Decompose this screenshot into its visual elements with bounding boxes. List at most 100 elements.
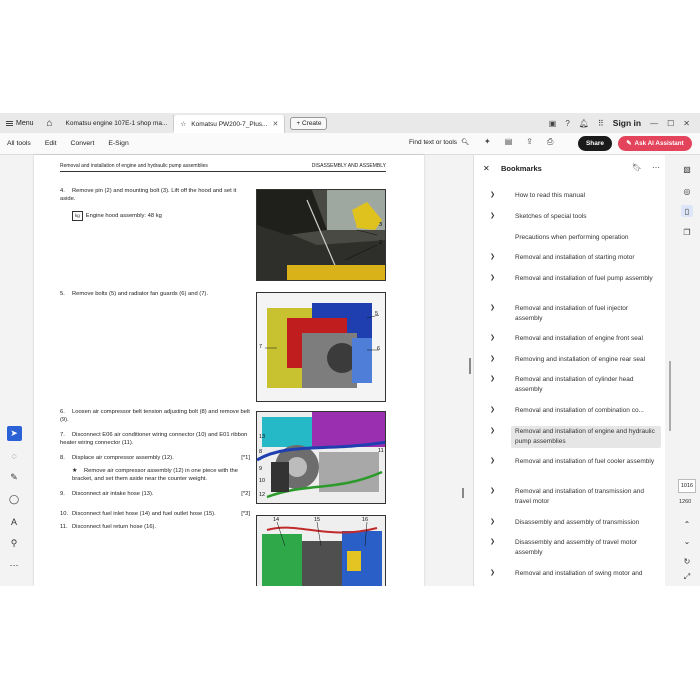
menu-all-tools[interactable]: All tools — [0, 140, 38, 147]
help-icon[interactable]: ? — [565, 119, 569, 128]
bookmark-label: Removal and installation of transmission… — [515, 488, 644, 505]
chevron-right-icon[interactable]: ❯ — [490, 303, 495, 313]
add-bookmark-icon[interactable]: 🔖︎ — [632, 163, 642, 172]
ai-tool-icon[interactable]: ✦ — [484, 137, 491, 147]
bookmark-label: Removal and installation of engine front… — [515, 335, 643, 342]
maximize-icon[interactable]: ☐ — [667, 119, 674, 128]
sign-in-button[interactable]: Sign in — [613, 118, 641, 128]
figure-engine-hood: 3 2 — [256, 189, 386, 281]
bookmark-label: How to read this manual — [515, 192, 586, 199]
lasso-icon[interactable]: ◯ — [7, 492, 22, 507]
bookmark-label: Removal and installation of fuel injecto… — [515, 305, 629, 322]
rotate-icon[interactable]: ↻ — [681, 555, 693, 567]
stamp-icon[interactable]: ⚲ — [7, 536, 22, 551]
select-cursor-icon[interactable]: ➤ — [6, 426, 22, 441]
step-10: 10. Disconnect fuel inlet hose (14) and f… — [60, 511, 250, 517]
bookmark-item[interactable]: ❯ Removal and installation of fuel pump a… — [488, 273, 664, 285]
chevron-right-icon[interactable]: ❯ — [490, 486, 495, 496]
fit-page-icon[interactable]: ⤢ — [681, 571, 693, 583]
bookmark-item[interactable]: ❯ Removal and installation of fuel cooler… — [488, 456, 664, 468]
header-right: DISASSEMBLY AND ASSEMBLY — [311, 163, 386, 169]
comments-panel-icon[interactable]: ◎ — [681, 185, 693, 197]
bookmark-label: Disassembly and assembly of travel motor… — [515, 539, 638, 556]
menu-button[interactable]: Menu — [0, 113, 40, 133]
bookmark-item[interactable]: ❯ Removal and installation of engine fron… — [488, 333, 664, 345]
ask-ai-button[interactable]: ✎ Ask AI Assistant — [618, 136, 692, 151]
home-icon[interactable]: ⌂ — [40, 113, 60, 133]
chevron-right-icon[interactable]: ❯ — [490, 333, 495, 343]
chevron-right-icon[interactable]: ❯ — [490, 190, 495, 200]
chevron-right-icon[interactable]: ❯ — [490, 426, 495, 436]
ai-panel-icon[interactable]: ▧ — [681, 163, 693, 175]
share-button[interactable]: Share — [578, 136, 612, 151]
pen-icon[interactable]: ✎ — [7, 470, 22, 485]
create-button[interactable]: + Create — [290, 116, 328, 130]
figure-radiator-guards-image — [257, 293, 385, 401]
bookmark-item[interactable]: ❯ Removal and installation of engine and … — [488, 426, 664, 448]
figure-fuel-hoses-image — [257, 516, 385, 586]
bookmark-label: Removal and installation of combination … — [515, 407, 644, 414]
chevron-right-icon[interactable]: ❯ — [490, 211, 495, 221]
print-icon[interactable]: ⎙ — [547, 137, 553, 147]
chevron-right-icon[interactable]: ❯ — [490, 456, 495, 466]
bookmark-item[interactable]: ❯ How to read this manual — [488, 190, 664, 202]
more-tools-icon[interactable]: ⋯ — [7, 558, 22, 573]
bookmark-item[interactable]: ❯ Disassembly and assembly of travel moto… — [488, 537, 664, 559]
bookmark-label: Removal and installation of fuel cooler … — [515, 458, 655, 465]
find-tools[interactable]: Find text or tools 🔍︎ — [409, 138, 469, 147]
apps-icon[interactable]: ⠿ — [598, 119, 604, 128]
figure-air-compressor-image — [257, 412, 385, 503]
chevron-right-icon[interactable]: ❯ — [490, 273, 495, 283]
upload-icon[interactable]: ⇪ — [526, 137, 533, 147]
page-scroll-handle[interactable] — [469, 358, 471, 374]
star-icon[interactable]: ☆ — [180, 120, 186, 128]
bookmark-item[interactable]: ❯ Removal and installation of combination… — [488, 405, 664, 417]
save-file-icon[interactable]: ▤ — [505, 137, 513, 147]
step-4: 4. Remove pin (2) and mounting bolt (3). … — [60, 188, 237, 202]
chevron-right-icon[interactable]: ❯ — [490, 537, 495, 547]
chevron-right-icon[interactable]: ❯ — [490, 354, 495, 364]
bookmark-item[interactable]: ❯ Removal and installation of cylinder he… — [488, 374, 664, 396]
close-panel-icon[interactable]: ✕ — [483, 164, 490, 173]
minimize-icon[interactable]: — — [650, 119, 658, 128]
more-options-icon[interactable]: ⋯ — [652, 163, 660, 172]
step-8-note: ★ Remove air compressor assembly (12) in … — [72, 468, 239, 482]
close-tab-icon[interactable]: ✕ — [272, 120, 278, 128]
page-number-input[interactable]: 1016 — [678, 479, 696, 493]
panel-resize-handle[interactable] — [462, 488, 464, 498]
right-rail: ▧ ◎ ▯ ❐ 1016 1260 ⌃ ⌄ ↻ ⤢ ⊕ ⊖ — [672, 155, 700, 586]
thumbnails-panel-icon[interactable]: ❐ — [681, 226, 693, 238]
chevron-down-icon[interactable]: ⌄ — [681, 535, 693, 547]
chevron-right-icon[interactable]: ❯ — [490, 252, 495, 262]
figure-fuel-hoses: 14 15 16 — [256, 515, 386, 586]
chevron-up-icon[interactable]: ⌃ — [681, 518, 693, 530]
bell-icon[interactable]: 🔔︎ — [579, 119, 589, 128]
page-header: Removal and installation of engine and h… — [60, 163, 386, 172]
save-icon[interactable]: ▣ — [549, 119, 557, 128]
close-window-icon[interactable]: ✕ — [683, 119, 690, 128]
bookmarks-panel-icon[interactable]: ▯ — [681, 205, 693, 217]
chevron-right-icon[interactable]: ❯ — [490, 405, 495, 415]
bookmark-item[interactable]: ❯ Disassembly and assembly of transmissio… — [488, 517, 664, 529]
bookmarks-panel: ✕ Bookmarks 🔖︎ ⋯ ❯ How to read this manua… — [473, 155, 665, 586]
bookmark-item[interactable]: ❯ Sketches of special tools — [488, 211, 664, 223]
chevron-right-icon[interactable]: ❯ — [490, 374, 495, 384]
menu-esign[interactable]: E-Sign — [101, 140, 135, 147]
comment-icon[interactable]: ◌ — [7, 448, 22, 463]
hamburger-icon — [6, 120, 13, 126]
menu-edit[interactable]: Edit — [38, 140, 64, 147]
bookmark-item[interactable]: Precautions when performing operation — [488, 232, 664, 244]
tab-komatsu-pw200[interactable]: ☆ Komatsu PW200-7_Plus... ✕ — [174, 115, 286, 133]
bookmark-item[interactable]: ❯ Removal and installation of transmissio… — [488, 486, 664, 508]
bookmark-item[interactable]: ❯ Removal and installation of fuel inject… — [488, 303, 664, 325]
step-8: 8. Displace air compressor assembly (12).… — [60, 455, 250, 461]
chevron-right-icon[interactable]: ❯ — [490, 568, 495, 578]
bookmark-item[interactable]: ❯ Removing and installation of engine rea… — [488, 354, 664, 366]
bookmarks-scrollbar[interactable] — [669, 361, 671, 431]
text-box-icon[interactable]: A — [7, 514, 22, 529]
menu-convert[interactable]: Convert — [64, 140, 102, 147]
chevron-right-icon[interactable]: ❯ — [490, 517, 495, 527]
bookmark-item[interactable]: ❯ Removal and installation of starting mo… — [488, 252, 664, 264]
bookmark-item[interactable]: ❯ Removal and installation of swing motor… — [488, 568, 664, 580]
tab-komatsu-107e[interactable]: Komatsu engine 107E-1 shop ma... — [60, 115, 175, 131]
